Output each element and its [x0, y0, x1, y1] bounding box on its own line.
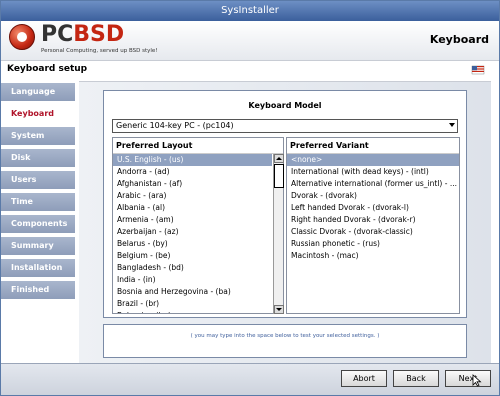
layout-list-item[interactable]: Belgium - (be) [113, 250, 272, 262]
sidebar-item-users[interactable]: Users [1, 171, 75, 189]
layout-list-item[interactable]: Andorra - (ad) [113, 166, 272, 178]
keyboard-model-select[interactable]: Generic 104-key PC - (pc104) [112, 119, 458, 133]
variant-list-item[interactable]: <none> [287, 154, 459, 166]
subheader: Keyboard setup [1, 61, 499, 83]
sidebar: Language Keyboard System Disk Users Time Compo… [1, 83, 77, 363]
variant-list-item[interactable]: International (with dead keys) - (intl) [287, 166, 459, 178]
layout-list-item[interactable]: Bosnia and Herzegovina - (ba) [113, 286, 272, 298]
sidebar-item-disk[interactable]: Disk [1, 149, 75, 167]
keyboard-panel: Keyboard Model Generic 104-key PC - (pc1… [103, 90, 467, 318]
installer-window: SysInstaller PCBSD Personal Computing, s… [0, 0, 500, 396]
layout-list-item[interactable]: Belarus - (by) [113, 238, 272, 250]
layout-list-body: U.S. English - (us) Andorra - (ad) Afghani… [113, 154, 272, 313]
next-button[interactable]: Next [445, 370, 491, 387]
variant-list-item[interactable]: Left handed Dvorak - (dvorak-l) [287, 202, 459, 214]
keyboard-test-area[interactable]: ( you may type into the space below to t… [103, 324, 467, 358]
layout-list-item[interactable]: Albania - (al) [113, 202, 272, 214]
logo-text: PCBSD [41, 23, 124, 47]
layout-list-item[interactable]: U.S. English - (us) [113, 154, 272, 166]
variant-list-item[interactable]: Alternative international (former us_int… [287, 178, 459, 190]
variant-list: Preferred Variant <none> International (w… [286, 137, 460, 314]
sidebar-item-finished[interactable]: Finished [1, 281, 75, 299]
layout-list-item[interactable]: Afghanistan - (af) [113, 178, 272, 190]
sidebar-item-system[interactable]: System [1, 127, 75, 145]
variant-list-body: <none> International (with dead keys) - (… [287, 154, 459, 313]
layout-list-item[interactable]: India - (in) [113, 274, 272, 286]
variant-list-item[interactable]: Classic Dvorak - (dvorak-classic) [287, 226, 459, 238]
layout-list-item[interactable]: Armenia - (am) [113, 214, 272, 226]
layout-list: Preferred Layout U.S. English - (us) Ando… [112, 137, 284, 314]
layout-list-item[interactable]: Azerbaijan - (az) [113, 226, 272, 238]
variant-list-header: Preferred Variant [287, 138, 459, 154]
variant-list-item[interactable]: Right handed Dvorak - (dvorak-r) [287, 214, 459, 226]
header: PCBSD Personal Computing, served up BSD … [1, 21, 499, 61]
scroll-down-arrow-icon[interactable] [274, 305, 284, 314]
layout-list-item[interactable]: Bangladesh - (bd) [113, 262, 272, 274]
layout-list-item[interactable]: Bulgaria - (bg) [113, 310, 272, 313]
sidebar-item-language[interactable]: Language [1, 83, 75, 101]
sidebar-item-time[interactable]: Time [1, 193, 75, 211]
layout-list-header: Preferred Layout [113, 138, 283, 154]
variant-list-item[interactable]: Macintosh - (mac) [287, 250, 459, 262]
back-button[interactable]: Back [393, 370, 439, 387]
footer: Abort Back Next [1, 363, 499, 395]
logo-text-pc: PC [41, 22, 74, 47]
variant-list-item[interactable]: Russian phonetic - (rus) [287, 238, 459, 250]
pcbsd-logo-icon [9, 24, 35, 50]
keyboard-model-label: Keyboard Model [248, 101, 322, 110]
layout-scrollbar[interactable] [273, 154, 284, 314]
logo-tagline: Personal Computing, served up BSD style! [41, 48, 158, 54]
chevron-down-icon[interactable] [449, 123, 455, 127]
variant-list-item[interactable]: Dvorak - (dvorak) [287, 190, 459, 202]
test-area-hint: ( you may type into the space below to t… [190, 333, 380, 339]
layout-list-item[interactable]: Arabic - (ara) [113, 190, 272, 202]
window-title: SysInstaller [1, 1, 499, 21]
abort-button[interactable]: Abort [341, 370, 387, 387]
sidebar-item-keyboard[interactable]: Keyboard [1, 105, 75, 123]
sidebar-item-installation[interactable]: Installation [1, 259, 75, 277]
us-flag-icon [471, 65, 485, 75]
scroll-up-arrow-icon[interactable] [274, 154, 284, 163]
scroll-thumb[interactable] [274, 164, 284, 188]
page-title: Keyboard [429, 33, 489, 46]
sidebar-item-components[interactable]: Components [1, 215, 75, 233]
mouse-cursor-icon [472, 374, 482, 387]
logo-text-bsd: BSD [73, 22, 125, 47]
keyboard-model-value: Generic 104-key PC - (pc104) [116, 121, 234, 130]
sidebar-item-summary[interactable]: Summary [1, 237, 75, 255]
section-title: Keyboard setup [7, 64, 88, 74]
layout-list-item[interactable]: Brazil - (br) [113, 298, 272, 310]
main-content: Keyboard Model Generic 104-key PC - (pc1… [79, 81, 491, 363]
